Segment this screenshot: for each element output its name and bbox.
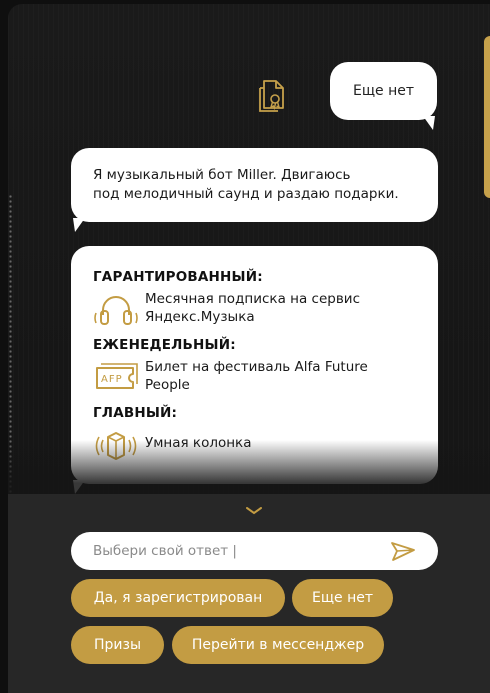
bot-intro-bubble: Я музыкальный бот Miller. Двигаюсь под м…	[71, 148, 438, 232]
headphones-icon	[93, 290, 145, 330]
bot-intro-line-1: Я музыкальный бот Miller. Двигаюсь	[93, 167, 351, 183]
quick-reply-messenger-button[interactable]: Перейти в мессенджер	[172, 626, 384, 664]
prize-guaranteed: ГАРАНТИРОВАННЫЙ: Месячная подписка на се…	[93, 268, 438, 330]
quick-reply-not-yet-button[interactable]: Еще нет	[292, 579, 393, 617]
bubble-tail	[73, 218, 85, 232]
prize-heading: ЕЖЕНЕДЕЛЬНЫЙ:	[93, 337, 236, 353]
afp-ticket-icon: AFP	[93, 358, 145, 398]
afp-icon-text: AFP	[101, 374, 123, 385]
quick-reply-prizes-button[interactable]: Призы	[71, 626, 164, 664]
prize-heading: ГАРАНТИРОВАННЫЙ:	[93, 269, 263, 285]
prize-text-line: Месячная подписка на сервис	[145, 291, 360, 307]
prize-heading: ГЛАВНЫЙ:	[93, 405, 178, 421]
prize-text-line: Яндекс.Музыка	[145, 309, 255, 325]
scrollbar[interactable]	[484, 36, 490, 198]
bubble-tail	[423, 116, 435, 130]
prize-text-line: People	[145, 377, 190, 393]
bot-intro-line-2: под мелодичный саунд и раздаю подарки.	[93, 186, 399, 202]
send-icon[interactable]	[390, 540, 416, 562]
user-message-text: Еще нет	[352, 83, 415, 99]
chevron-down-icon[interactable]	[245, 506, 263, 516]
quick-reply-registered-button[interactable]: Да, я зарегистрирован	[71, 579, 285, 617]
prize-weekly: ЕЖЕНЕДЕЛЬНЫЙ: AFP Билет на фестиваль Alf…	[93, 336, 438, 398]
user-message-bubble: Еще нет	[330, 62, 437, 130]
document-award-icon	[259, 80, 284, 112]
chat-fade-overlay	[8, 440, 490, 494]
answer-input[interactable]: Выбери свой ответ |	[71, 532, 438, 570]
answer-input-placeholder: Выбери свой ответ |	[93, 543, 237, 559]
prize-text-line: Билет на фестиваль Alfa Future	[145, 359, 368, 375]
